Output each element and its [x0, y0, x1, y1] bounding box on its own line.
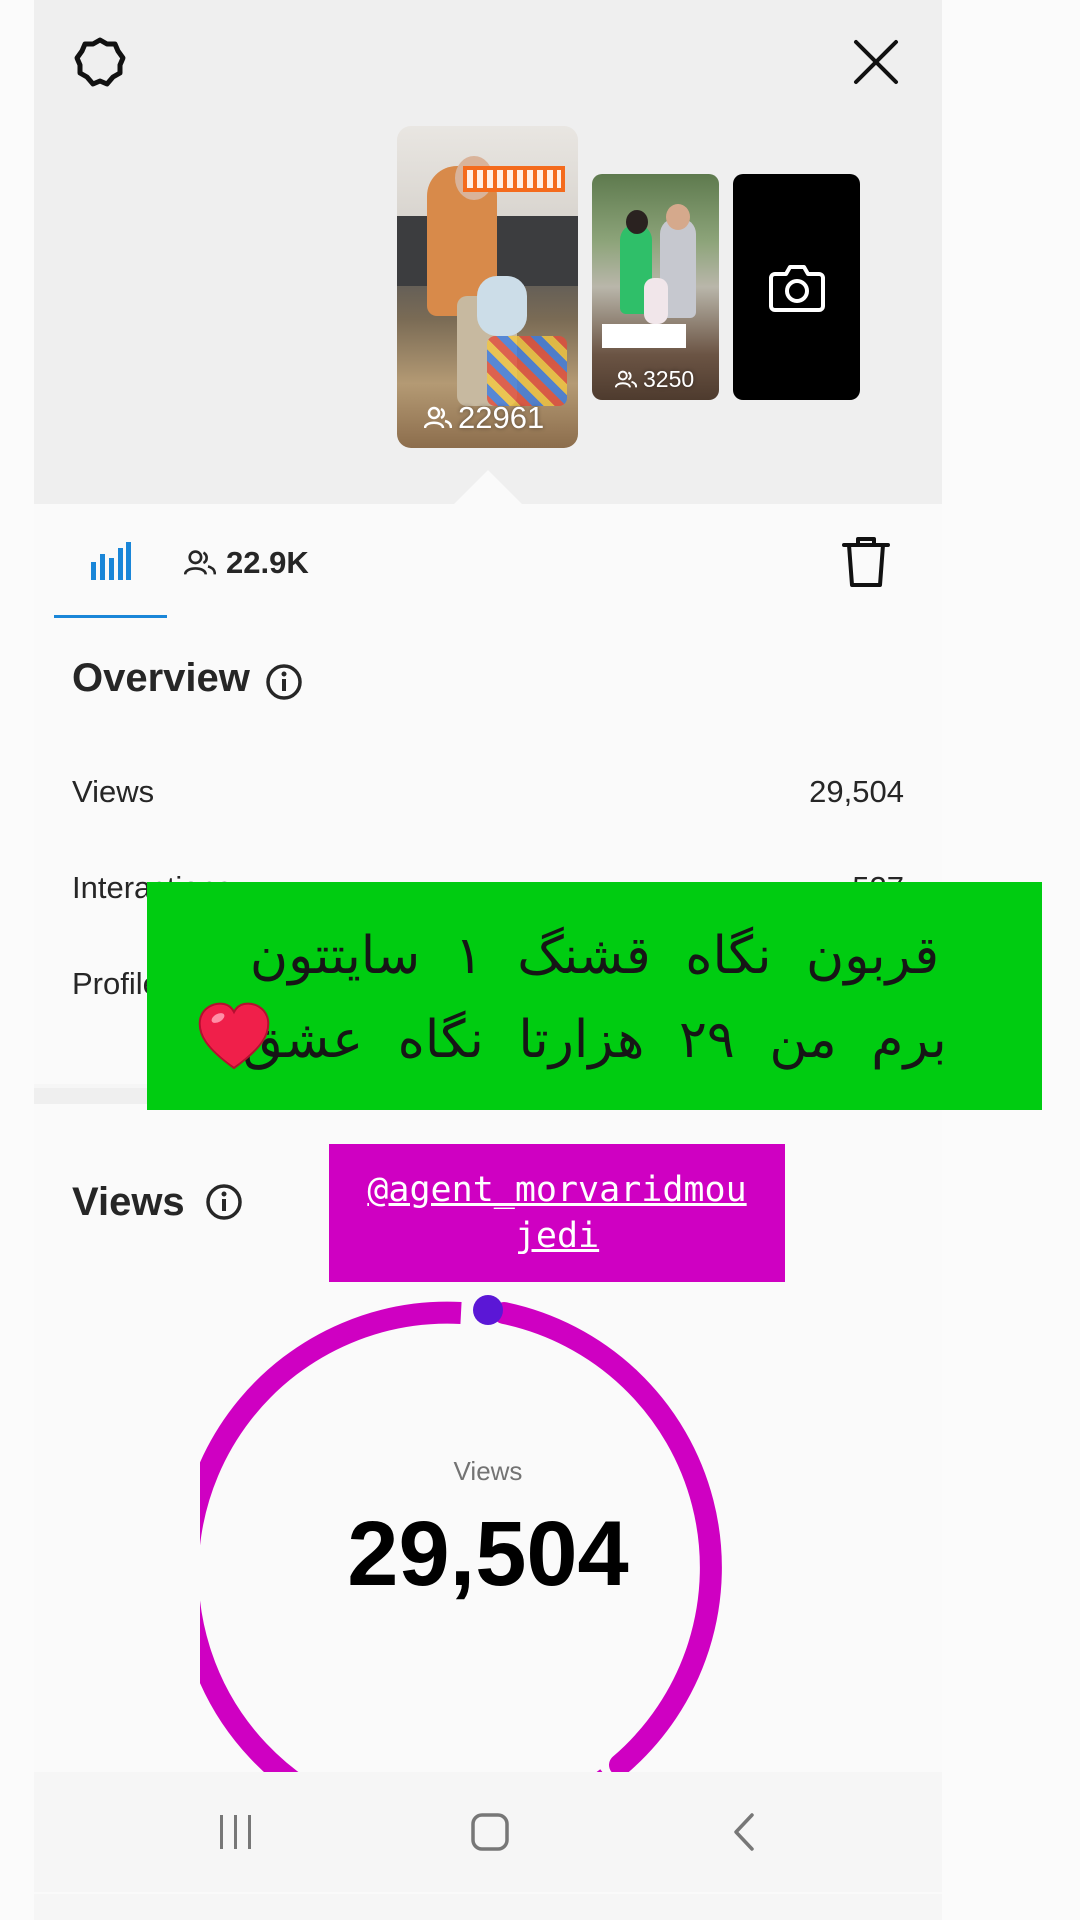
story-viewer-count: 22961 [424, 400, 544, 436]
green-text-sticker-line-1: قربون نگاه قشنگ ۱ سایتتون [249, 926, 940, 986]
green-text-sticker-text: قربون نگاه قشنگ ۱ سایتتون برم من ۲۹ هزار… [147, 914, 1042, 1082]
photo-person-head [626, 210, 648, 234]
overview-info-button[interactable] [264, 662, 304, 702]
photo-caption-sticker [602, 324, 686, 348]
people-icon [615, 370, 637, 388]
story-viewer-count-value: 3250 [643, 366, 695, 392]
gauge-label: Views [453, 1456, 523, 1486]
info-icon [206, 1184, 242, 1220]
back-button[interactable] [712, 1800, 776, 1864]
views-gauge-marker [473, 1295, 503, 1325]
info-icon [266, 664, 302, 700]
tab-viewers-count: 22.9K [226, 545, 309, 580]
home-icon [471, 1813, 509, 1851]
left-gutter [0, 0, 34, 1920]
settings-button[interactable] [70, 32, 130, 92]
camera-icon [768, 265, 825, 312]
gauge-value: 29,504 [347, 1503, 629, 1605]
bar-chart-icon [91, 542, 131, 580]
photo-text-sticker-lines [467, 170, 561, 188]
views-title: Views [72, 1180, 185, 1224]
tab-viewers[interactable]: 22.9K [184, 536, 309, 590]
home-button[interactable] [458, 1800, 522, 1864]
close-icon [854, 40, 898, 84]
trash-icon [842, 537, 890, 587]
tab-insights[interactable] [54, 504, 166, 618]
recents-button[interactable] [204, 1800, 268, 1864]
photo-child [477, 276, 527, 336]
active-tab-indicator [54, 615, 167, 618]
views-info-button[interactable] [204, 1182, 244, 1222]
gear-icon [74, 37, 126, 87]
overview-title: Overview [72, 656, 250, 700]
people-icon [424, 406, 452, 429]
story-viewer-count-value: 22961 [458, 400, 545, 435]
mention-sticker-text: @agent_morvaridmoujedi [367, 1170, 747, 1256]
overview-row-views-label: Views [72, 774, 155, 809]
close-button[interactable] [846, 32, 906, 92]
add-story-camera-button[interactable] [733, 174, 860, 400]
photo-toys [487, 336, 567, 406]
recents-icon [220, 1815, 251, 1849]
heart-emoji-icon [198, 1002, 270, 1070]
mention-sticker[interactable]: @agent_morvaridmoujedi [329, 1144, 785, 1282]
back-icon [734, 1813, 754, 1851]
photo-child [644, 278, 668, 324]
green-text-sticker-line-2: برم من ۲۹ هزارتا نگاه عشق [242, 1010, 947, 1070]
photo-person-head [666, 204, 690, 230]
overview-row-views-value: 29,504 [809, 774, 904, 809]
delete-story-button[interactable] [836, 530, 896, 594]
story-viewer-count: 3250 [615, 366, 694, 393]
people-icon [184, 550, 216, 575]
